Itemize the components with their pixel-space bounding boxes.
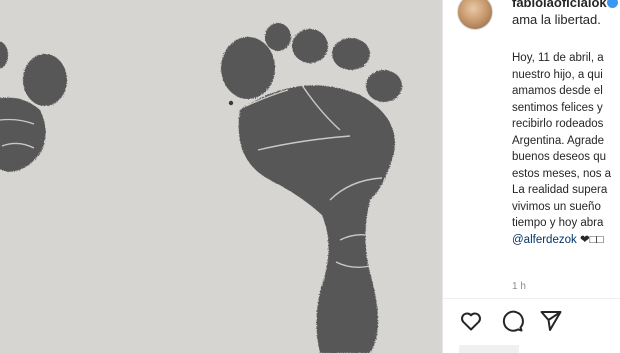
comment-icon[interactable] <box>500 309 524 338</box>
caption-line: La realidad supera <box>512 184 608 196</box>
mention-suffix: ❤□□ <box>579 233 604 246</box>
caption-line: buenos deseos qu <box>512 151 606 163</box>
post-timestamp[interactable]: 1 h <box>512 281 526 292</box>
caption-line: amamos desde el <box>512 85 603 97</box>
caption-line: tiempo y hoy abra <box>512 217 604 229</box>
verified-badge-icon <box>607 0 618 8</box>
actions-separator <box>443 298 620 299</box>
mention-link[interactable]: @alferdezok <box>512 234 577 246</box>
caption-line: nuestro hijo, a qui <box>512 68 603 81</box>
caption-line: estos meses, nos a <box>512 167 612 180</box>
post-caption: Hoy, 11 de abril, a nuestro hijo, a qui … <box>512 50 620 248</box>
share-icon[interactable] <box>539 309 563 338</box>
likes-placeholder <box>459 345 519 353</box>
caption-line: Argentina. Agrade <box>512 134 605 147</box>
post-image[interactable] <box>0 0 442 353</box>
caption-first-line: ama la libertad. <box>512 12 601 27</box>
avatar[interactable] <box>457 0 493 30</box>
caption-mention-line: @alferdezok ❤□□ <box>512 232 620 249</box>
heart-icon[interactable] <box>459 309 483 338</box>
caption-line: sentimos felices y <box>512 101 603 114</box>
caption-line: Hoy, 11 de abril, a <box>512 52 604 64</box>
footprints-image <box>0 0 442 353</box>
caption-line: recibirlo rodeados <box>512 118 604 130</box>
author-username[interactable]: fabiolaoficialok <box>512 0 607 10</box>
caption-line: vivimos un sueño <box>512 200 601 213</box>
post-details-panel: fabiolaoficialok ama la libertad. Hoy, 1… <box>443 0 620 353</box>
